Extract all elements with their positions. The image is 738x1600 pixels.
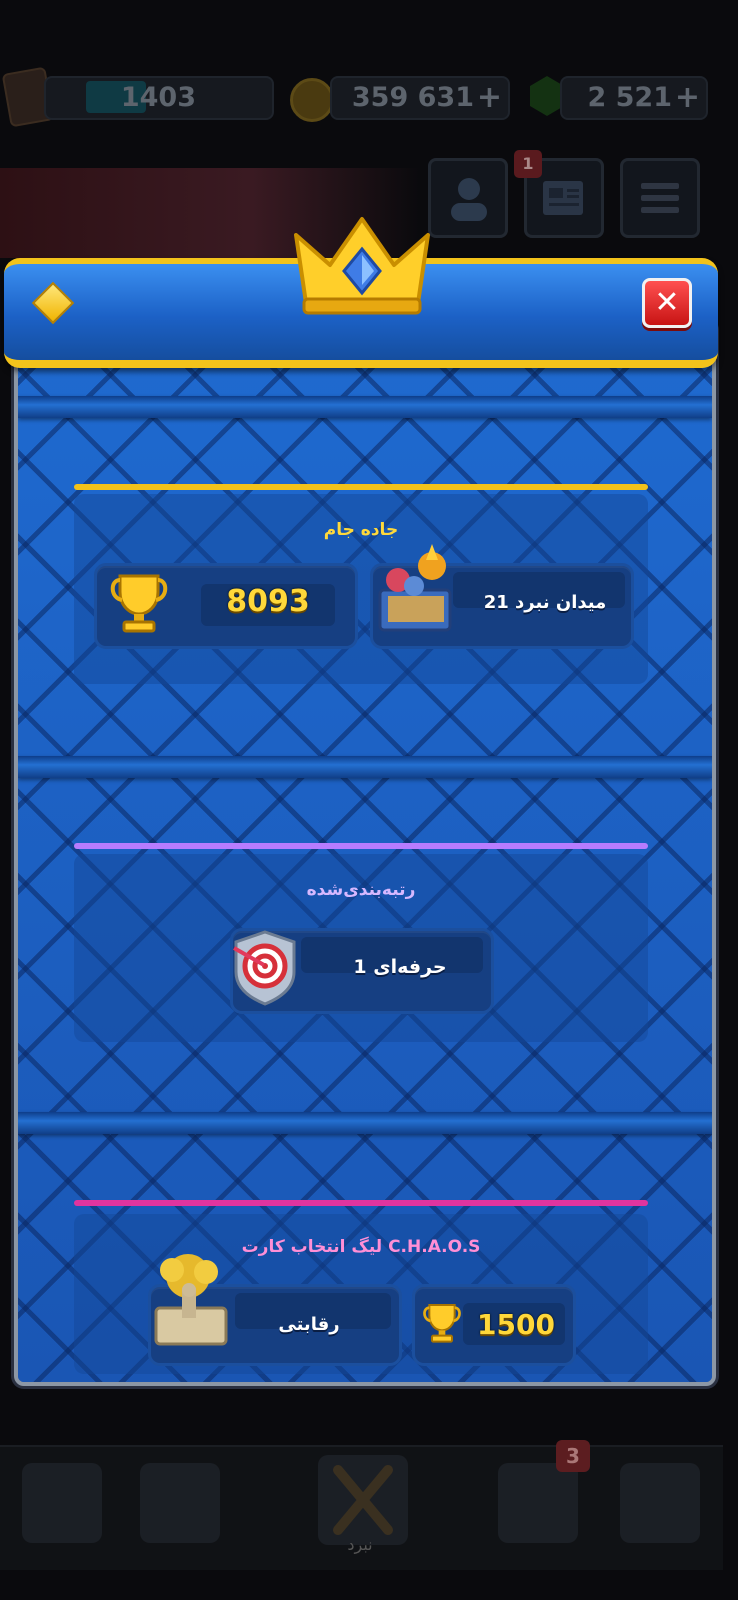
gold-counter[interactable]: 359 631 + [330, 76, 510, 120]
news-notification-badge: 1 [514, 150, 542, 178]
gold-value: 359 631 [351, 82, 474, 113]
chaos-trophy-value: 1500 [477, 1308, 555, 1341]
gem-icon [530, 76, 564, 116]
gold-plus-icon: + [476, 80, 502, 115]
gold-coin-icon [290, 78, 334, 122]
xp-value: 1403 [120, 82, 196, 113]
ranked-league-name: حرفه‌ای 1 [353, 956, 447, 978]
nav-events[interactable] [620, 1463, 700, 1543]
nav-battle[interactable] [318, 1455, 408, 1545]
crossed-swords-icon [333, 1465, 393, 1535]
ranked-line [74, 843, 648, 849]
xp-counter: 1403 [44, 76, 274, 120]
menu-button[interactable] [620, 158, 700, 238]
section-divider [18, 756, 712, 778]
trophy-icon [110, 574, 168, 633]
nav-clan[interactable] [498, 1463, 578, 1543]
chaos-line [74, 1200, 648, 1206]
gems-plus-icon: + [674, 80, 700, 115]
ranked-target-icon [233, 930, 296, 1006]
ranked-title: رتبه‌بندی‌شده [306, 880, 416, 900]
crown-icon [294, 217, 430, 315]
close-button[interactable]: ✕ [642, 278, 692, 328]
gems-counter[interactable]: 2 521 + [560, 76, 708, 120]
section-divider [18, 396, 712, 418]
resource-bar: 1403 359 631 + 2 521 + [0, 60, 723, 130]
gems-value: 2 521 [587, 82, 672, 113]
hamburger-icon [641, 183, 679, 213]
trophy-count-value: 8093 [226, 584, 310, 619]
clan-notification-badge: 3 [556, 1440, 590, 1472]
friends-button[interactable] [428, 158, 508, 238]
nav-cards[interactable] [140, 1463, 220, 1543]
arena-name: میدان نبرد 21 [483, 592, 607, 613]
nav-battle-label: نبرد [347, 1535, 373, 1554]
arena-icon [378, 544, 452, 632]
chaos-arena-icon [154, 1254, 228, 1346]
chaos-trophy-icon [423, 1304, 461, 1343]
friends-icon [451, 178, 487, 221]
chaos-mode-name: رقابتی [278, 1314, 340, 1335]
trophy-road-line [74, 484, 648, 490]
nav-shop[interactable] [22, 1463, 102, 1543]
trophy-road-title: جاده جام [323, 520, 399, 540]
section-divider [18, 1112, 712, 1134]
